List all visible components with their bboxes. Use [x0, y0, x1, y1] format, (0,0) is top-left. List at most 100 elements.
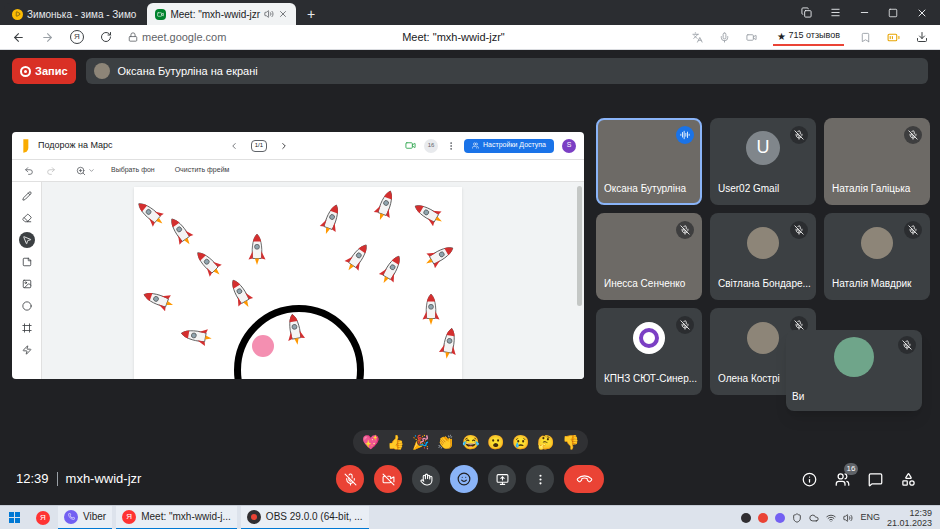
toolbar-button[interactable]: Очистить фрейм — [171, 165, 234, 176]
menu-icon[interactable] — [830, 7, 841, 18]
browser-tab[interactable]: Meet: "mxh-wwid-jzr — [147, 3, 296, 25]
muted-badge — [898, 336, 916, 354]
participant-tile[interactable]: Инесса Сенченко — [596, 213, 702, 300]
reactions-button[interactable] — [450, 465, 478, 493]
browser-tab[interactable]: Зимонька - зима - Зимо — [4, 3, 144, 25]
jamboard-logo-icon — [20, 139, 30, 153]
reviews-badge[interactable]: ★715 отзывов — [773, 29, 844, 46]
camera-button[interactable] — [374, 465, 402, 493]
tray-cloud-icon[interactable] — [809, 513, 819, 523]
bookmark-icon[interactable] — [860, 32, 871, 43]
participant-tile[interactable]: КПНЗ СЮТ-Синер... — [596, 308, 702, 395]
participant-tile[interactable]: Наталія Мавдрик — [824, 213, 930, 300]
mic-permission-icon[interactable] — [719, 32, 730, 43]
account-avatar[interactable]: S — [562, 139, 576, 153]
participant-tile[interactable]: UUser02 Gmail — [710, 118, 816, 205]
activities-icon[interactable] — [901, 472, 916, 487]
forward-icon[interactable] — [41, 31, 54, 44]
mic-button[interactable] — [336, 465, 364, 493]
self-view[interactable]: Ви — [786, 330, 922, 411]
url-field[interactable]: meet.google.comMeet: "mxh-wwid-jzr" — [128, 29, 676, 46]
participant-tile[interactable]: Наталія Галіцька — [824, 118, 930, 205]
tool-button[interactable] — [19, 232, 35, 248]
jam-title[interactable]: Подорож на Марс — [38, 139, 113, 153]
share-button[interactable]: Настройки Доступа — [464, 139, 554, 153]
frame-thumbnail[interactable]: 1/1 — [251, 140, 267, 152]
tool-button[interactable] — [19, 188, 35, 204]
reaction-button[interactable]: 🤔 — [536, 435, 555, 449]
rocket-icon — [435, 325, 462, 362]
taskbar-app[interactable]: ЯMeet: "mxh-wwid-j... — [116, 506, 237, 529]
meeting-code: mxh-wwid-jzr — [66, 469, 142, 489]
reaction-button[interactable]: 👏 — [436, 435, 455, 449]
reaction-button[interactable]: 👎 — [561, 435, 580, 449]
tray-clock[interactable]: 12:3921.01.2023 — [887, 508, 932, 528]
toolbar-button[interactable]: Выбрать фон — [107, 165, 159, 176]
tray-security-icon[interactable] — [792, 513, 802, 523]
participant-name: Наталія Мавдрик — [832, 278, 911, 289]
meet-icon[interactable] — [405, 140, 416, 151]
more-icon[interactable] — [446, 141, 456, 151]
scrollbar[interactable] — [577, 186, 582, 306]
taskbar-app[interactable]: OBS 29.0.0 (64-bit, ... — [241, 506, 369, 529]
pinned-yandex[interactable]: Я — [28, 506, 58, 529]
new-tab-button[interactable]: + — [299, 3, 323, 25]
prev-frame-icon[interactable] — [229, 141, 239, 151]
close-window-icon[interactable] — [916, 7, 928, 19]
tray-obs-icon[interactable] — [741, 513, 751, 523]
hang-up-button[interactable] — [564, 465, 604, 493]
reaction-button[interactable]: 🎉 — [411, 435, 430, 449]
tool-button[interactable] — [19, 210, 35, 226]
taskbar-app[interactable]: Viber — [58, 506, 112, 529]
audio-playing-icon[interactable] — [264, 9, 274, 19]
screen: Зимонька - зима - ЗимоMeet: "mxh-wwid-jz… — [0, 0, 940, 529]
start-button[interactable] — [0, 506, 28, 529]
close-tab-icon[interactable] — [278, 9, 288, 19]
tool-button[interactable] — [19, 276, 35, 292]
undo-icon[interactable] — [24, 166, 34, 176]
tray-volume-icon[interactable] — [843, 513, 853, 523]
next-frame-icon[interactable] — [279, 141, 289, 151]
participant-tile[interactable]: Оксана Бутурліна — [596, 118, 702, 205]
letter-avatar: U — [746, 131, 780, 165]
more-options-button[interactable] — [526, 465, 554, 493]
translate-icon[interactable] — [692, 32, 703, 43]
reaction-button[interactable]: 😂 — [461, 435, 480, 449]
tabs-icon[interactable] — [801, 7, 812, 18]
present-button[interactable] — [488, 465, 516, 493]
reaction-button[interactable]: 😢 — [511, 435, 530, 449]
tray-viber-icon[interactable] — [775, 513, 785, 523]
chat-icon[interactable] — [868, 472, 883, 487]
tray-app-icon[interactable] — [758, 513, 768, 523]
reaction-button[interactable]: 😮 — [486, 435, 505, 449]
photo-avatar — [747, 322, 779, 354]
tool-button[interactable] — [19, 254, 35, 270]
reaction-button[interactable]: 💖 — [361, 435, 380, 449]
present-icon — [496, 473, 509, 486]
record-button[interactable]: Запис — [12, 58, 76, 84]
back-icon[interactable] — [12, 31, 25, 44]
people-button[interactable]: 16 — [835, 472, 850, 487]
power-saver-icon[interactable] — [887, 31, 900, 44]
tool-button[interactable] — [19, 298, 35, 314]
minimize-icon[interactable] — [859, 7, 870, 18]
camera-permission-icon[interactable] — [746, 32, 757, 43]
language-indicator[interactable]: ENG — [860, 511, 880, 525]
maximize-icon[interactable] — [888, 8, 898, 18]
redo-icon[interactable] — [46, 166, 56, 176]
participant-tile[interactable]: Світлана Бондаре... — [710, 213, 816, 300]
tool-button[interactable] — [19, 342, 35, 358]
tool-button[interactable] — [19, 320, 35, 336]
sticky-note-icon — [22, 257, 32, 267]
info-icon[interactable] — [802, 472, 817, 487]
download-icon[interactable] — [916, 31, 928, 43]
jam-frame[interactable] — [134, 187, 462, 379]
tray-network-icon[interactable] — [826, 513, 836, 523]
yandex-button[interactable]: Я — [70, 30, 84, 44]
zoom-control[interactable] — [76, 166, 95, 176]
reload-icon[interactable] — [100, 31, 112, 43]
divider — [57, 472, 58, 486]
raise-hand-button[interactable] — [412, 465, 440, 493]
reaction-button[interactable]: 👍 — [386, 435, 405, 449]
jamboard-header: Подорож на Марс1/116Настройки ДоступаS — [12, 132, 584, 160]
